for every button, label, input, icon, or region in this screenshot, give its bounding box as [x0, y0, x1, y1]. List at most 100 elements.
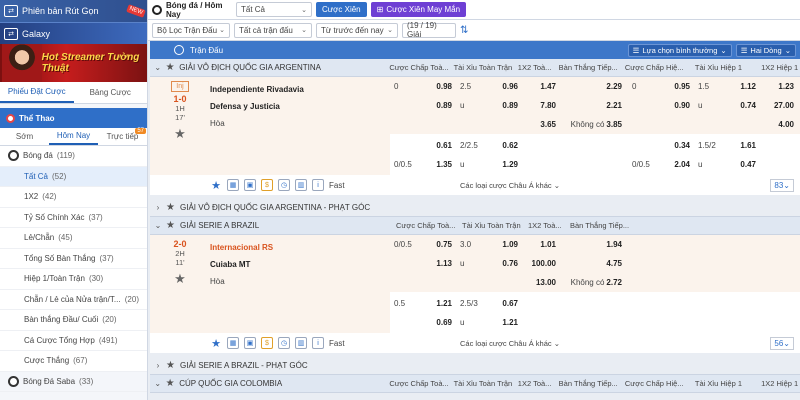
- tab-bet-slip[interactable]: Phiếu Đặt Cược: [0, 82, 74, 103]
- odds-cell[interactable]: 3.65: [522, 115, 562, 134]
- more-markets-count[interactable]: 83 ⌄: [770, 178, 794, 192]
- menu-item-total-goals[interactable]: Tổng Số Bàn Thắng (37): [0, 249, 147, 269]
- odds-cell[interactable]: 0.67: [488, 294, 522, 313]
- odds-cell[interactable]: 0.76: [488, 254, 522, 273]
- menu-item-correct-score[interactable]: Tỷ Số Chính Xác (37): [0, 208, 147, 228]
- menu-item-all[interactable]: Tất Cả (52): [0, 166, 147, 187]
- sort-icon[interactable]: ⇅: [460, 25, 468, 36]
- favorite-star-icon[interactable]: ★: [166, 62, 180, 73]
- more-markets-count[interactable]: 56 ⌄: [770, 336, 794, 350]
- menu-item-first-last-goal[interactable]: Bàn thắng Đầu/ Cuối (20): [0, 310, 147, 331]
- odds-cell[interactable]: 4.75: [562, 254, 628, 273]
- menu-item-ht-odd-even[interactable]: Chẵn / Lẻ của Nửa trận/T... (20): [0, 290, 147, 310]
- coin-icon[interactable]: $: [261, 337, 273, 349]
- tv-icon[interactable]: ▣: [244, 337, 256, 349]
- odds-cell[interactable]: 0.96: [488, 77, 522, 96]
- tab-early[interactable]: Sớm: [0, 128, 49, 145]
- odds-cell[interactable]: 0.69: [422, 313, 456, 332]
- lucky-parlay-button[interactable]: ⊞ Cược Xiên May Mắn: [370, 2, 467, 17]
- menu-item-1x2[interactable]: 1X2 (42): [0, 187, 147, 208]
- favorite-star-icon[interactable]: ★: [166, 378, 180, 389]
- favorite-star-icon[interactable]: ★: [210, 179, 222, 192]
- league-header[interactable]: ⌄ ★ CÚP QUỐC GIA COLOMBIA Cược Chấp Toà.…: [150, 375, 800, 393]
- chart-icon[interactable]: ▥: [295, 179, 307, 191]
- odds-cell[interactable]: 7.80: [522, 96, 562, 115]
- expand-icon[interactable]: ›: [150, 203, 166, 212]
- odds-cell[interactable]: 0.90: [660, 96, 694, 115]
- odds-cell[interactable]: 0.61: [422, 136, 456, 155]
- chart-icon[interactable]: ▥: [295, 337, 307, 349]
- menu-item-mix-parlay[interactable]: Cá Cược Tổng Hợp (491): [0, 331, 147, 351]
- menu-item-saba-football[interactable]: Bóng Đá Saba (33): [0, 371, 147, 392]
- compact-version-link[interactable]: ⇄ Phiên bản Rút Gọn NEW: [0, 0, 147, 22]
- tab-today[interactable]: Hôm Nay: [49, 128, 98, 145]
- tab-bet-list[interactable]: Bảng Cược: [74, 82, 148, 103]
- info-icon[interactable]: i: [312, 179, 324, 191]
- odds-cell[interactable]: 1.35: [422, 155, 456, 174]
- menu-item-ht-ft[interactable]: Hiệp 1/Toàn Trận (30): [0, 269, 147, 290]
- odds-cell[interactable]: 27.00: [760, 96, 800, 115]
- league-header[interactable]: ⌄ ★ GIẢI VÔ ĐỊCH QUỐC GIA ARGENTINA Cược…: [150, 59, 800, 77]
- view-select[interactable]: ☰ Hai Dòng ⌄: [735, 43, 796, 57]
- odds-cell[interactable]: 1.01: [522, 235, 562, 254]
- odds-cell[interactable]: 1.21: [488, 313, 522, 332]
- odds-cell[interactable]: 0.74: [726, 96, 760, 115]
- collapse-icon[interactable]: ⌄: [150, 63, 166, 72]
- odds-cell[interactable]: 0.47: [726, 155, 760, 174]
- league-header[interactable]: › ★ GIẢI SERIE A BRAZIL - PHẠT GÓC: [150, 357, 800, 375]
- odds-cell[interactable]: 0.89: [488, 96, 522, 115]
- odds-cell[interactable]: 0.34: [660, 136, 694, 155]
- odds-cell[interactable]: 1.23: [760, 77, 800, 96]
- info-icon[interactable]: i: [312, 337, 324, 349]
- more-bets-link[interactable]: Các loại cược Châu Á khác ⌄: [460, 181, 560, 190]
- odds-cell[interactable]: 1.61: [726, 136, 760, 155]
- galaxy-link[interactable]: ⇄ Galaxy: [0, 22, 147, 44]
- fast-bet-label[interactable]: Fast: [329, 181, 345, 190]
- sort-select[interactable]: Từ trước đến nay ⌄: [316, 22, 398, 38]
- fast-bet-label[interactable]: Fast: [329, 339, 345, 348]
- market-select[interactable]: Tất Cả ⌄: [236, 2, 312, 17]
- parlay-button[interactable]: Cược Xiên: [316, 2, 367, 17]
- menu-item-football[interactable]: Bóng đá (119): [0, 146, 147, 167]
- tab-live[interactable]: Trực tiếp 57: [98, 128, 147, 145]
- odds-cell[interactable]: 1.09: [488, 235, 522, 254]
- league-header[interactable]: › ★ GIẢI VÔ ĐỊCH QUỐC GIA ARGENTINA - PH…: [150, 199, 800, 217]
- odds-cell[interactable]: Không có 3.85: [562, 115, 628, 134]
- streamer-banner[interactable]: Hot Streamer Tường Thuật: [0, 44, 147, 82]
- more-bets-link[interactable]: Các loại cược Châu Á khác ⌄: [460, 339, 560, 348]
- odds-cell[interactable]: 0.95: [660, 77, 694, 96]
- odds-cell[interactable]: 1.21: [422, 294, 456, 313]
- collapse-icon[interactable]: ⌄: [150, 221, 166, 230]
- odds-cell[interactable]: 1.94: [562, 235, 628, 254]
- timer-icon[interactable]: ◷: [278, 179, 290, 191]
- odds-cell[interactable]: 2.21: [562, 96, 628, 115]
- odds-cell[interactable]: 0.62: [488, 136, 522, 155]
- odds-cell[interactable]: 1.13: [422, 254, 456, 273]
- expand-icon[interactable]: ›: [150, 361, 166, 370]
- odds-type-select[interactable]: ☰ Lựa chọn bình thường ⌄: [627, 43, 732, 57]
- favorite-star-icon[interactable]: ★: [166, 202, 180, 213]
- odds-cell[interactable]: Không có 2.72: [562, 273, 628, 292]
- stats-icon[interactable]: ▦: [227, 337, 239, 349]
- favorite-star-icon[interactable]: ★: [166, 360, 180, 371]
- favorite-star-icon[interactable]: ★: [150, 271, 210, 287]
- match-filter-select[interactable]: Bộ Lọc Trận Đấu ⌄: [152, 22, 230, 38]
- odds-cell[interactable]: 2.04: [660, 155, 694, 174]
- tv-icon[interactable]: ▣: [244, 179, 256, 191]
- timer-icon[interactable]: ◷: [278, 337, 290, 349]
- menu-item-outright[interactable]: Cược Thắng (67): [0, 351, 147, 372]
- odds-cell[interactable]: 4.00: [760, 115, 800, 134]
- odds-cell[interactable]: 0.89: [422, 96, 456, 115]
- favorite-star-icon[interactable]: ★: [166, 220, 180, 231]
- odds-cell[interactable]: 0.75: [422, 235, 456, 254]
- favorite-star-icon[interactable]: ★: [210, 337, 222, 350]
- odds-cell[interactable]: 1.29: [488, 155, 522, 174]
- all-matches-select[interactable]: Tất cả trận đấu ⌄: [234, 22, 312, 38]
- stats-icon[interactable]: ▦: [227, 179, 239, 191]
- odds-cell[interactable]: 1.12: [726, 77, 760, 96]
- league-header[interactable]: ⌄ ★ GIẢI SERIE A BRAZIL Cược Chấp Toà...…: [150, 217, 800, 235]
- odds-cell[interactable]: 100.00: [522, 254, 562, 273]
- coin-icon[interactable]: $: [261, 179, 273, 191]
- odds-cell[interactable]: 0.98: [422, 77, 456, 96]
- menu-item-odd-even[interactable]: Lẻ/Chẵn (45): [0, 228, 147, 249]
